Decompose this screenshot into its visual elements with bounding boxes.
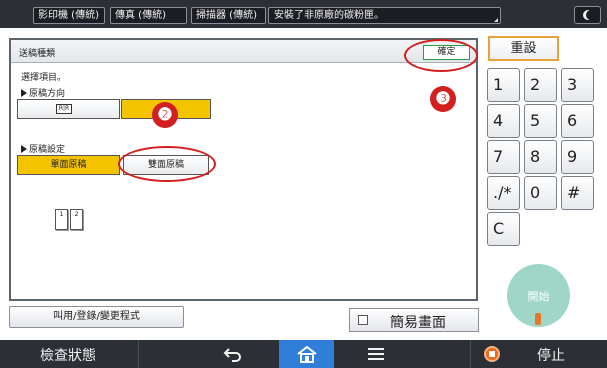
top-bar: 影印機 (傳統) 傳真 (傳統) 掃描器 (傳統) 安裝了非原廠的碳粉匣。	[0, 0, 607, 28]
section-arrow-icon	[21, 89, 27, 97]
status-message-text: 安裝了非原廠的碳粉匣。	[274, 10, 384, 21]
key-0[interactable]: 0	[524, 176, 557, 210]
section-orientation: 原稿方向	[21, 86, 65, 99]
key-8[interactable]: 8	[524, 140, 557, 174]
start-button[interactable]: 開始	[507, 264, 570, 327]
expand-corner-icon	[494, 18, 498, 22]
key-clear[interactable]: C	[487, 212, 520, 246]
key-7[interactable]: 7	[487, 140, 520, 174]
simple-screen-button[interactable]: 簡易畫面	[349, 308, 479, 332]
status-message[interactable]: 安裝了非原廠的碳粉匣。	[268, 7, 501, 24]
start-label: 開始	[527, 290, 550, 303]
section-arrow-icon	[21, 145, 27, 153]
step-badge-2: ❷	[152, 102, 178, 128]
program-button[interactable]: 叫用/登錄/變更程式	[9, 306, 184, 328]
step-badge-3: ❸	[430, 86, 456, 112]
section-orientation-label: 原稿方向	[29, 89, 66, 99]
page-thumb-2: 2	[70, 209, 83, 230]
divider	[138, 340, 139, 368]
check-status-button[interactable]: 檢查狀態	[40, 345, 96, 365]
menu-icon[interactable]	[367, 347, 385, 361]
tab-fax[interactable]: 傳真 (傳統)	[110, 7, 187, 24]
highlight-ring-ok	[404, 39, 478, 72]
stop-icon	[484, 346, 500, 362]
back-arrow-icon[interactable]	[223, 346, 243, 362]
start-indicator-led	[535, 313, 541, 325]
checkbox-icon	[358, 315, 368, 325]
orientation-icon: R|R	[56, 104, 72, 114]
orientation-readable-button[interactable]: R|R	[17, 99, 120, 119]
key-2[interactable]: 2	[524, 68, 557, 102]
simple-screen-label: 簡易畫面	[390, 315, 446, 331]
single-sided-button[interactable]: 單面原稿	[17, 155, 120, 175]
instruction-text: 選擇項目。	[21, 73, 67, 83]
key-4[interactable]: 4	[487, 104, 520, 138]
highlight-ring-double	[118, 146, 216, 182]
reset-button[interactable]: 重設	[488, 36, 559, 61]
moon-icon	[586, 10, 596, 20]
bottom-bar: 檢查狀態 停止	[0, 340, 607, 368]
home-button[interactable]	[279, 340, 334, 368]
panel-title: 送稿種類	[19, 49, 56, 59]
key-dot-star[interactable]: ./*	[487, 176, 520, 210]
key-6[interactable]: 6	[561, 104, 594, 138]
key-hash[interactable]: #	[561, 176, 594, 210]
divider	[470, 340, 471, 368]
original-type-panel: 送稿種類 確定 選擇項目。 原稿方向 R|R 原稿設定 單面原稿 雙面原稿 1 …	[9, 38, 478, 301]
section-setting-label: 原稿設定	[29, 145, 66, 155]
page-thumb-1: 1	[55, 209, 68, 230]
energy-saver-button[interactable]	[574, 6, 601, 24]
home-icon	[297, 345, 317, 363]
stop-button[interactable]: 停止	[537, 345, 565, 365]
key-3[interactable]: 3	[561, 68, 594, 102]
key-5[interactable]: 5	[524, 104, 557, 138]
tab-scanner[interactable]: 掃描器 (傳統)	[191, 7, 266, 24]
key-1[interactable]: 1	[487, 68, 520, 102]
section-setting: 原稿設定	[21, 142, 65, 155]
tab-copier[interactable]: 影印機 (傳統)	[33, 7, 105, 24]
key-9[interactable]: 9	[561, 140, 594, 174]
